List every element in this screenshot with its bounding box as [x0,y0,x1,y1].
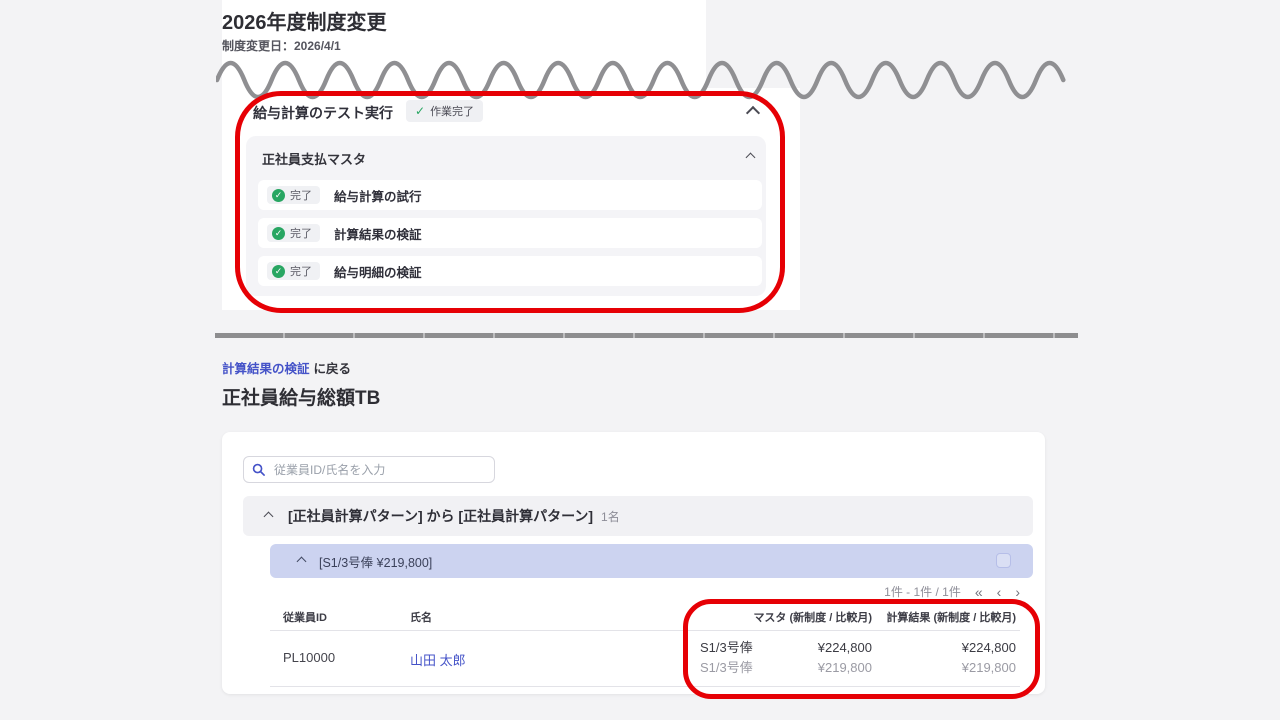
torn-content-wave [216,44,1090,100]
result-new-amount: ¥224,800 [876,638,1016,658]
test-section-title: 給与計算のテスト実行 [253,103,393,123]
search-input[interactable] [272,462,486,478]
pagination-label: 1件 - 1件 / 1件 [884,583,961,600]
result-cell: ¥224,800 ¥219,800 [876,638,1016,678]
grade-subgroup-header[interactable]: [S1/3号俸 ¥219,800] [270,544,1033,578]
task-label: 給与明細の検証 [334,262,422,281]
next-page-button[interactable]: › [1015,585,1020,599]
table-header-row: 従業員ID 氏名 マスタ (新制度 / 比較月) 計算結果 (新制度 / 比較月… [270,604,1020,631]
column-header-result: 計算結果 (新制度 / 比較月) [886,609,1016,625]
page-heading-salary-total: 正社員給与総額TB [222,383,380,410]
check-circle-icon: ✓ [272,189,285,202]
done-label: 完了 [290,225,312,241]
chevron-up-icon [297,556,307,566]
work-complete-badge: ✓ 作業完了 [406,100,483,122]
column-header-master: マスタ (新制度 / 比較月) [753,609,872,625]
grade-subgroup-title: [S1/3号俸 ¥219,800] [319,552,432,571]
pattern-group-title: [正社員計算パターン] から [正社員計算パターン] [288,506,593,526]
done-label: 完了 [290,263,312,279]
master-cell: S1/3号俸 ¥224,800 S1/3号俸 ¥219,800 [700,638,872,678]
column-header-employee-id: 従業員ID [283,609,327,625]
prev-page-button[interactable]: ‹ [997,585,1002,599]
check-circle-icon: ✓ [272,265,285,278]
pattern-group-header[interactable]: [正社員計算パターン] から [正社員計算パターン] 1名 [243,496,1033,536]
master-cmp-grade: S1/3号俸 [700,658,753,678]
done-badge: ✓ 完了 [267,262,320,280]
pagination: 1件 - 1件 / 1件 « ‹ › [720,583,1020,600]
master-cmp-amount: ¥219,800 [818,658,872,678]
search-icon [252,463,265,476]
task-item-payroll-trial[interactable]: ✓ 完了 給与計算の試行 [258,180,762,210]
back-link[interactable]: 計算結果の検証 [222,362,310,376]
check-icon: ✓ [415,104,425,118]
employee-id-cell: PL10000 [283,650,335,665]
task-label: 計算結果の検証 [334,224,422,243]
task-item-result-verification[interactable]: ✓ 完了 計算結果の検証 [258,218,762,248]
chevron-up-icon [264,511,274,521]
back-link-suffix: に戻る [314,362,352,376]
breadcrumb: 計算結果の検証に戻る [222,358,351,377]
select-all-checkbox[interactable] [996,553,1011,568]
task-label: 給与計算の試行 [334,186,422,205]
column-header-name: 氏名 [410,609,432,625]
check-circle-icon: ✓ [272,227,285,240]
done-badge: ✓ 完了 [267,186,320,204]
master-new-grade: S1/3号俸 [700,638,753,658]
master-subsection-title: 正社員支払マスタ [262,149,366,168]
table-row: PL10000 山田 太郎 S1/3号俸 ¥224,800 S1/3号俸 ¥21… [270,630,1020,687]
done-label: 完了 [290,187,312,203]
employee-name-link[interactable]: 山田 太郎 [410,650,466,669]
done-badge: ✓ 完了 [267,224,320,242]
pattern-group-count: 1名 [601,508,620,525]
master-new-amount: ¥224,800 [818,638,872,658]
result-cmp-amount: ¥219,800 [876,658,1016,678]
employee-search-field[interactable] [243,456,495,483]
section-divider [215,333,1078,338]
task-item-payslip-verification[interactable]: ✓ 完了 給与明細の検証 [258,256,762,286]
first-page-button[interactable]: « [975,585,983,599]
page-title: 2026年度制度変更 [222,6,387,35]
work-complete-label: 作業完了 [430,103,474,119]
